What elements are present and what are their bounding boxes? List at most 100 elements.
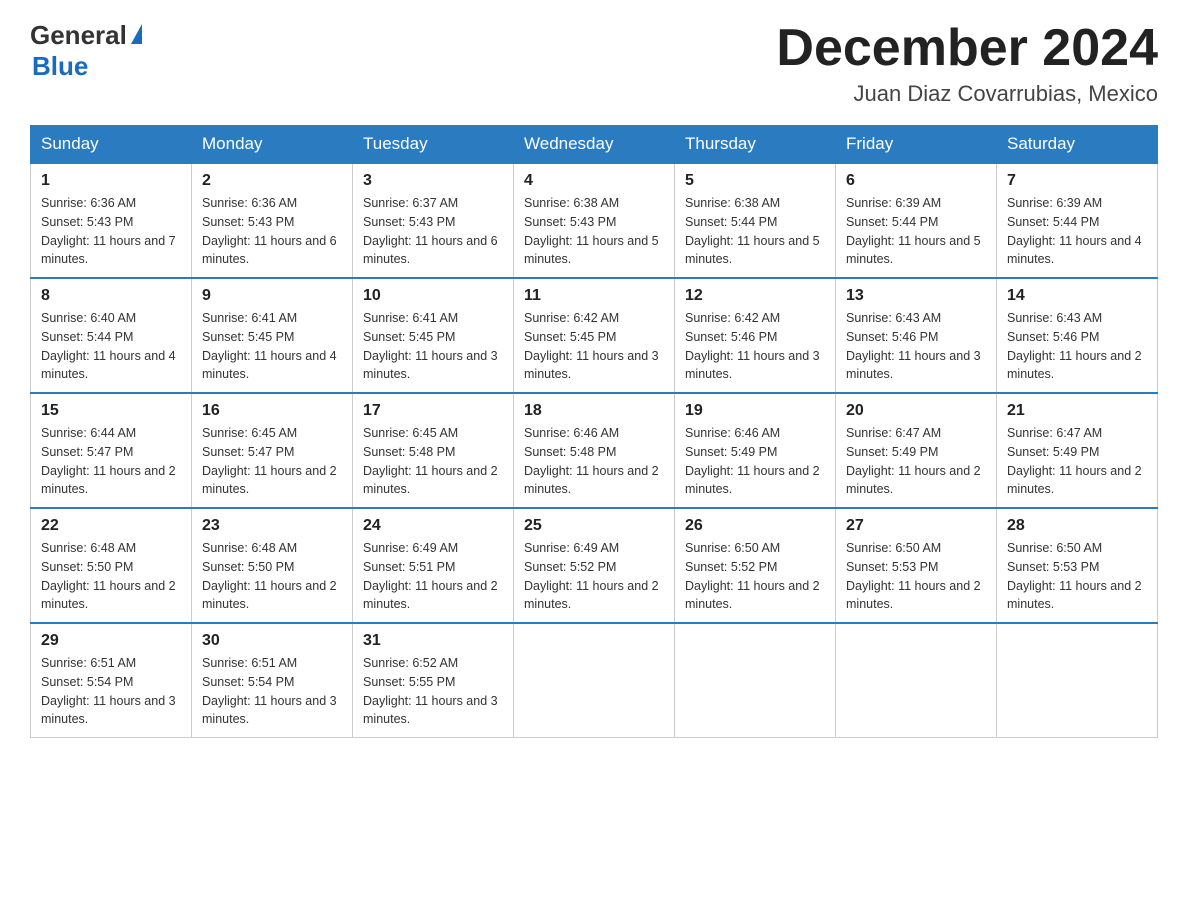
calendar-cell: 18 Sunrise: 6:46 AMSunset: 5:48 PMDayligh… — [514, 393, 675, 508]
title-section: December 2024 Juan Diaz Covarrubias, Mex… — [776, 20, 1158, 107]
calendar-cell: 11 Sunrise: 6:42 AMSunset: 5:45 PMDayligh… — [514, 278, 675, 393]
day-info: Sunrise: 6:36 AMSunset: 5:43 PMDaylight:… — [41, 194, 181, 269]
day-info: Sunrise: 6:47 AMSunset: 5:49 PMDaylight:… — [846, 424, 986, 499]
calendar-cell: 13Sunrise: 6:43 AMSunset: 5:46 PMDayligh… — [836, 278, 997, 393]
location-title: Juan Diaz Covarrubias, Mexico — [776, 81, 1158, 107]
calendar-cell — [514, 623, 675, 738]
day-info: Sunrise: 6:39 AMSunset: 5:44 PMDaylight:… — [1007, 194, 1147, 269]
day-number: 1 — [41, 172, 181, 190]
page-header: General Blue December 2024 Juan Diaz Cov… — [30, 20, 1158, 107]
day-number: 11 — [524, 287, 664, 305]
day-number: 27 — [846, 517, 986, 535]
calendar-cell: 28Sunrise: 6:50 AMSunset: 5:53 PMDayligh… — [997, 508, 1158, 623]
day-header-sunday: Sunday — [31, 126, 192, 164]
day-info: Sunrise: 6:48 AMSunset: 5:50 PMDaylight:… — [41, 539, 181, 614]
day-info: Sunrise: 6:45 AMSunset: 5:47 PMDaylight:… — [202, 424, 342, 499]
day-info: Sunrise: 6:38 AMSunset: 5:43 PMDaylight:… — [524, 194, 664, 269]
day-number: 17 — [363, 402, 503, 420]
day-number: 12 — [685, 287, 825, 305]
day-number: 18 — [524, 402, 664, 420]
day-info: Sunrise: 6:41 AMSunset: 5:45 PMDaylight:… — [363, 309, 503, 384]
calendar-cell: 17 Sunrise: 6:45 AMSunset: 5:48 PMDayligh… — [353, 393, 514, 508]
calendar-cell: 12 Sunrise: 6:42 AMSunset: 5:46 PMDayligh… — [675, 278, 836, 393]
calendar-cell: 8Sunrise: 6:40 AMSunset: 5:44 PMDaylight… — [31, 278, 192, 393]
logo-triangle — [131, 24, 142, 44]
day-info: Sunrise: 6:37 AMSunset: 5:43 PMDaylight:… — [363, 194, 503, 269]
day-info: Sunrise: 6:50 AMSunset: 5:53 PMDaylight:… — [846, 539, 986, 614]
day-info: Sunrise: 6:39 AMSunset: 5:44 PMDaylight:… — [846, 194, 986, 269]
day-number: 22 — [41, 517, 181, 535]
calendar-cell: 7 Sunrise: 6:39 AMSunset: 5:44 PMDaylight… — [997, 163, 1158, 278]
day-number: 7 — [1007, 172, 1147, 190]
calendar-cell: 25 Sunrise: 6:49 AMSunset: 5:52 PMDayligh… — [514, 508, 675, 623]
day-number: 10 — [363, 287, 503, 305]
calendar-table: SundayMondayTuesdayWednesdayThursdayFrid… — [30, 125, 1158, 738]
calendar-cell: 2 Sunrise: 6:36 AMSunset: 5:43 PMDaylight… — [192, 163, 353, 278]
calendar-cell: 14Sunrise: 6:43 AMSunset: 5:46 PMDayligh… — [997, 278, 1158, 393]
calendar-cell: 19Sunrise: 6:46 AMSunset: 5:49 PMDayligh… — [675, 393, 836, 508]
calendar-cell: 1 Sunrise: 6:36 AMSunset: 5:43 PMDaylight… — [31, 163, 192, 278]
calendar-cell: 30 Sunrise: 6:51 AMSunset: 5:54 PMDayligh… — [192, 623, 353, 738]
day-number: 23 — [202, 517, 342, 535]
day-info: Sunrise: 6:41 AMSunset: 5:45 PMDaylight:… — [202, 309, 342, 384]
calendar-cell: 22 Sunrise: 6:48 AMSunset: 5:50 PMDayligh… — [31, 508, 192, 623]
calendar-cell: 6 Sunrise: 6:39 AMSunset: 5:44 PMDaylight… — [836, 163, 997, 278]
day-info: Sunrise: 6:51 AMSunset: 5:54 PMDaylight:… — [202, 654, 342, 729]
logo: General Blue — [30, 20, 142, 82]
day-number: 5 — [685, 172, 825, 190]
calendar-cell: 10 Sunrise: 6:41 AMSunset: 5:45 PMDayligh… — [353, 278, 514, 393]
day-number: 19 — [685, 402, 825, 420]
day-number: 30 — [202, 632, 342, 650]
calendar-cell: 26Sunrise: 6:50 AMSunset: 5:52 PMDayligh… — [675, 508, 836, 623]
calendar-cell: 23Sunrise: 6:48 AMSunset: 5:50 PMDayligh… — [192, 508, 353, 623]
calendar-cell: 9 Sunrise: 6:41 AMSunset: 5:45 PMDaylight… — [192, 278, 353, 393]
calendar-cell: 31Sunrise: 6:52 AMSunset: 5:55 PMDayligh… — [353, 623, 514, 738]
day-header-friday: Friday — [836, 126, 997, 164]
day-info: Sunrise: 6:44 AMSunset: 5:47 PMDaylight:… — [41, 424, 181, 499]
logo-general-text: General — [30, 20, 127, 51]
day-number: 4 — [524, 172, 664, 190]
day-info: Sunrise: 6:42 AMSunset: 5:46 PMDaylight:… — [685, 309, 825, 384]
day-info: Sunrise: 6:47 AMSunset: 5:49 PMDaylight:… — [1007, 424, 1147, 499]
day-info: Sunrise: 6:49 AMSunset: 5:51 PMDaylight:… — [363, 539, 503, 614]
month-title: December 2024 — [776, 20, 1158, 77]
day-number: 6 — [846, 172, 986, 190]
calendar-cell — [836, 623, 997, 738]
day-number: 9 — [202, 287, 342, 305]
day-info: Sunrise: 6:50 AMSunset: 5:52 PMDaylight:… — [685, 539, 825, 614]
week-row-3: 15 Sunrise: 6:44 AMSunset: 5:47 PMDayligh… — [31, 393, 1158, 508]
day-info: Sunrise: 6:42 AMSunset: 5:45 PMDaylight:… — [524, 309, 664, 384]
day-number: 24 — [363, 517, 503, 535]
calendar-cell: 3Sunrise: 6:37 AMSunset: 5:43 PMDaylight… — [353, 163, 514, 278]
day-info: Sunrise: 6:40 AMSunset: 5:44 PMDaylight:… — [41, 309, 181, 384]
day-number: 15 — [41, 402, 181, 420]
week-row-2: 8Sunrise: 6:40 AMSunset: 5:44 PMDaylight… — [31, 278, 1158, 393]
day-number: 2 — [202, 172, 342, 190]
day-info: Sunrise: 6:36 AMSunset: 5:43 PMDaylight:… — [202, 194, 342, 269]
day-number: 13 — [846, 287, 986, 305]
logo-blue-text: Blue — [32, 51, 88, 82]
calendar-cell: 21Sunrise: 6:47 AMSunset: 5:49 PMDayligh… — [997, 393, 1158, 508]
day-info: Sunrise: 6:38 AMSunset: 5:44 PMDaylight:… — [685, 194, 825, 269]
calendar-cell — [675, 623, 836, 738]
day-header-thursday: Thursday — [675, 126, 836, 164]
day-info: Sunrise: 6:45 AMSunset: 5:48 PMDaylight:… — [363, 424, 503, 499]
day-header-monday: Monday — [192, 126, 353, 164]
calendar-cell: 20 Sunrise: 6:47 AMSunset: 5:49 PMDayligh… — [836, 393, 997, 508]
calendar-cell: 15 Sunrise: 6:44 AMSunset: 5:47 PMDayligh… — [31, 393, 192, 508]
day-info: Sunrise: 6:52 AMSunset: 5:55 PMDaylight:… — [363, 654, 503, 729]
day-header-tuesday: Tuesday — [353, 126, 514, 164]
day-header-saturday: Saturday — [997, 126, 1158, 164]
day-number: 25 — [524, 517, 664, 535]
calendar-cell: 5 Sunrise: 6:38 AMSunset: 5:44 PMDaylight… — [675, 163, 836, 278]
day-info: Sunrise: 6:46 AMSunset: 5:48 PMDaylight:… — [524, 424, 664, 499]
day-number: 14 — [1007, 287, 1147, 305]
calendar-cell: 24 Sunrise: 6:49 AMSunset: 5:51 PMDayligh… — [353, 508, 514, 623]
day-number: 20 — [846, 402, 986, 420]
day-info: Sunrise: 6:50 AMSunset: 5:53 PMDaylight:… — [1007, 539, 1147, 614]
calendar-cell: 27 Sunrise: 6:50 AMSunset: 5:53 PMDayligh… — [836, 508, 997, 623]
day-info: Sunrise: 6:49 AMSunset: 5:52 PMDaylight:… — [524, 539, 664, 614]
week-row-1: 1 Sunrise: 6:36 AMSunset: 5:43 PMDaylight… — [31, 163, 1158, 278]
calendar-cell: 29Sunrise: 6:51 AMSunset: 5:54 PMDayligh… — [31, 623, 192, 738]
week-row-5: 29Sunrise: 6:51 AMSunset: 5:54 PMDayligh… — [31, 623, 1158, 738]
